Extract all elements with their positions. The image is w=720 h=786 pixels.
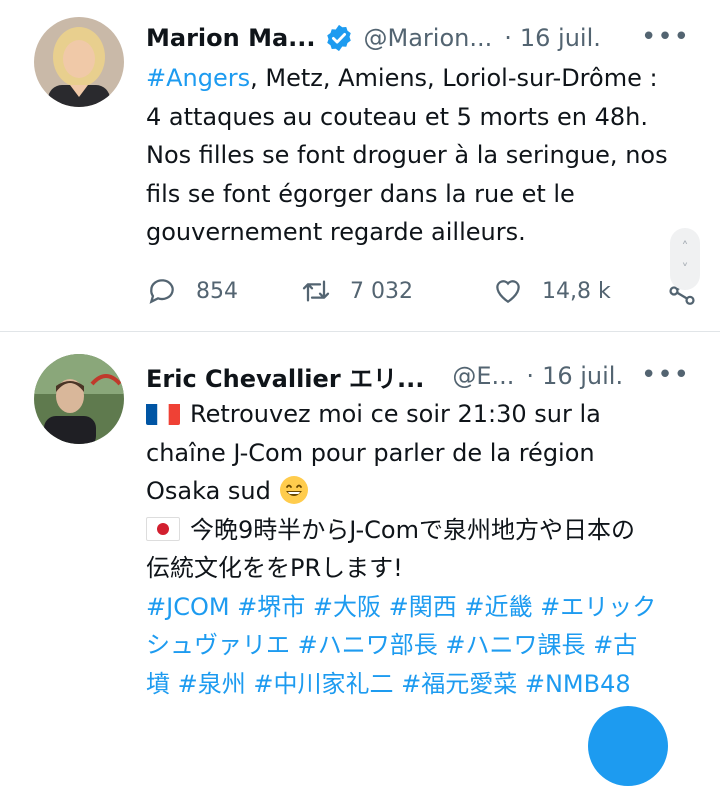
author-name[interactable]: Marion Ma... bbox=[146, 24, 316, 52]
avatar[interactable] bbox=[34, 354, 124, 444]
retweet-button[interactable]: 7 032 bbox=[300, 275, 492, 307]
scroll-down-icon[interactable]: ˅ bbox=[682, 259, 689, 281]
reply-icon bbox=[149, 279, 174, 304]
tweet-line: fils se font égorger dans la rue et le bbox=[146, 179, 575, 208]
compose-button[interactable] bbox=[588, 706, 668, 786]
avatar-marion-icon bbox=[34, 17, 124, 107]
tweet-line: Osaka sud bbox=[146, 472, 706, 511]
tweet-date[interactable]: 16 juil. bbox=[542, 362, 623, 390]
author-handle[interactable]: @Marion... bbox=[364, 24, 493, 52]
tweet-header: Eric Chevallier エリ... @E... · 16 juil. bbox=[146, 358, 700, 394]
scroll-indicator[interactable]: ˄ ˅ bbox=[670, 228, 700, 290]
like-button[interactable]: 14,8 k bbox=[492, 275, 666, 307]
author-name[interactable]: Eric Chevallier エリ... bbox=[146, 359, 424, 394]
tweet-actions: 854 7 032 14,8 k bbox=[146, 271, 706, 311]
hashtag-line[interactable]: #JCOM #堺市 #大阪 #関西 #近畿 #エリック bbox=[146, 588, 706, 627]
tweet-text: Retrouvez moi ce soir 21:30 sur la chaîn… bbox=[146, 395, 706, 703]
reply-count: 854 bbox=[196, 278, 238, 304]
tweet-text: #Angers, Metz, Amiens, Loriol-sur-Drôme … bbox=[146, 59, 706, 252]
tweet-line: #Angers, Metz, Amiens, Loriol-sur-Drôme … bbox=[146, 64, 658, 92]
avatar[interactable] bbox=[34, 17, 124, 107]
reply-button[interactable]: 854 bbox=[146, 275, 300, 307]
author-handle[interactable]: @E... bbox=[452, 362, 514, 390]
more-icon[interactable]: ••• bbox=[641, 22, 690, 52]
more-icon[interactable]: ••• bbox=[641, 360, 690, 390]
tweet-line: 今晩9時半からJ-Comで泉州地方や日本の bbox=[146, 511, 706, 550]
separator-dot: · bbox=[504, 24, 512, 52]
avatar-eric-icon bbox=[34, 354, 124, 444]
tweet-2[interactable]: Eric Chevallier エリ... @E... · 16 juil. •… bbox=[0, 332, 720, 720]
tweet-line: gouvernement regarde ailleurs. bbox=[146, 218, 526, 246]
hashtag-line[interactable]: 墳 #泉州 #中川家礼二 #福元愛菜 #NMB48 bbox=[146, 665, 706, 704]
retweet-count: 7 032 bbox=[350, 278, 413, 304]
retweet-icon bbox=[302, 280, 330, 302]
tweet-line: chaîne J-Com pour parler de la région bbox=[146, 438, 595, 467]
separator-dot: · bbox=[526, 362, 535, 390]
tweet-line: 4 attaques au couteau et 5 morts en 48h. bbox=[146, 102, 648, 131]
tweet-line: Retrouvez moi ce soir 21:30 sur la bbox=[146, 395, 706, 434]
tweet-1[interactable]: Marion Ma... @Marion... · 16 juil. ••• #… bbox=[0, 0, 720, 330]
flag-fr-icon bbox=[146, 401, 180, 425]
like-count: 14,8 k bbox=[542, 278, 611, 304]
scroll-up-icon[interactable]: ˄ bbox=[682, 237, 689, 259]
tweet-line: Nos filles se font droguer à la seringue… bbox=[146, 141, 668, 169]
like-icon bbox=[496, 280, 520, 304]
tweet-date[interactable]: 16 juil. bbox=[520, 24, 601, 52]
hashtag-link[interactable]: #Angers bbox=[146, 64, 250, 92]
verified-badge-icon bbox=[326, 24, 351, 52]
hashtag-line[interactable]: シュヴァリエ #ハニワ部長 #ハニワ課長 #古 bbox=[146, 626, 706, 665]
smile-emoji-icon bbox=[279, 476, 308, 504]
tweet-header: Marion Ma... @Marion... · 16 juil. bbox=[146, 20, 700, 56]
tweet-line: 伝統文化ををPRします! bbox=[146, 554, 403, 582]
flag-jp-icon bbox=[146, 516, 180, 541]
